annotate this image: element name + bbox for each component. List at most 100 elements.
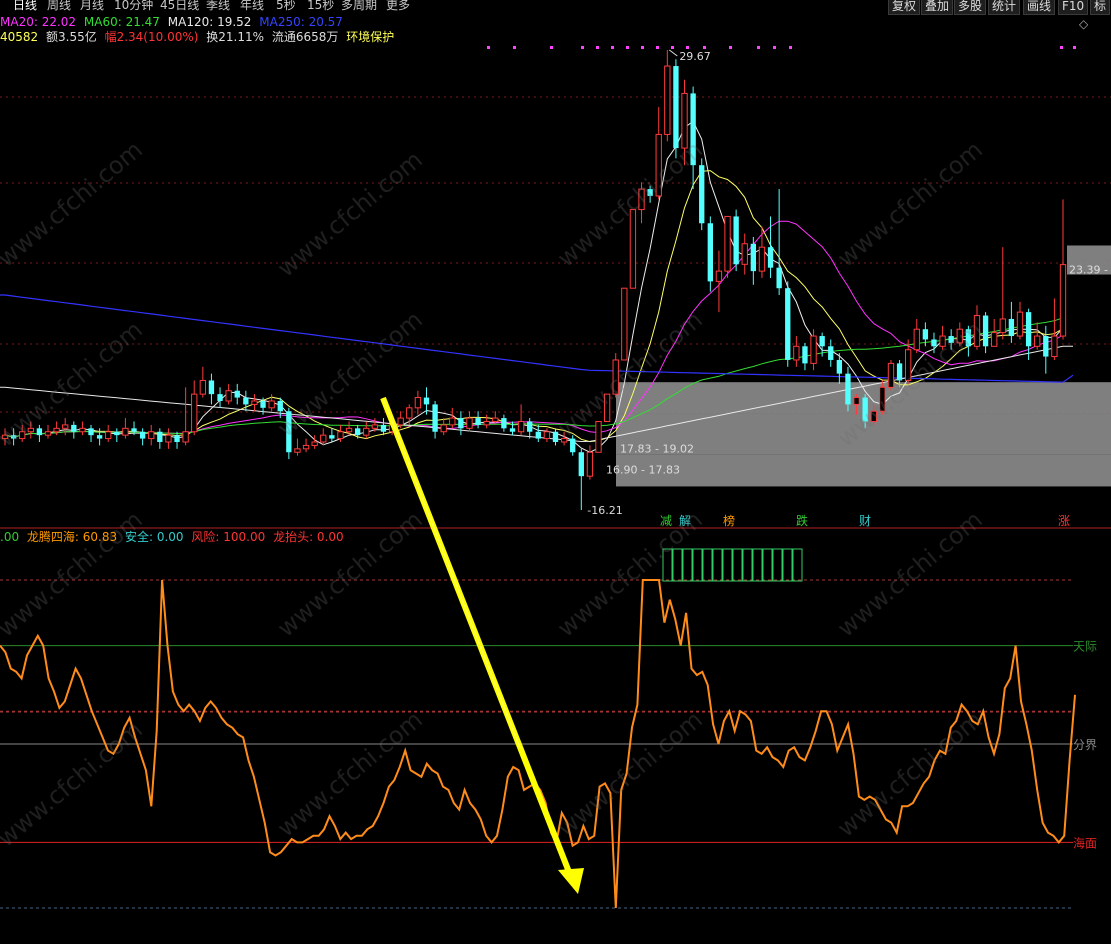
- signal-box: [762, 548, 773, 582]
- period-tab-monthly[interactable]: 月线: [80, 0, 104, 13]
- signal-box: [672, 548, 683, 582]
- candle-body: [758, 246, 766, 272]
- candle-body: [492, 417, 499, 422]
- candle-body: [845, 373, 851, 405]
- candle-body: [27, 427, 34, 433]
- candle-body: [887, 362, 895, 388]
- candle-body: [733, 216, 739, 265]
- period-tab-weekly[interactable]: 周线: [47, 0, 71, 13]
- low-price-label: -16.21: [587, 504, 622, 517]
- candle-body: [182, 431, 189, 443]
- candle-body: [139, 431, 146, 439]
- candle-body: [991, 332, 998, 347]
- candle-body: [260, 400, 266, 408]
- candle-body: [234, 390, 240, 398]
- candle-body: [862, 397, 868, 422]
- signal-dot: [611, 46, 614, 49]
- indicator-prefix: .00: [0, 530, 20, 544]
- signal-box: [692, 548, 703, 582]
- signal-box: [702, 548, 713, 582]
- candle-body: [673, 66, 679, 149]
- f10-button[interactable]: F10: [1058, 0, 1089, 15]
- indicator-reference-label: 分界: [1073, 738, 1097, 752]
- toolbar: 日线 周线 月线 10分钟 45日线 季线 年线 5秒 15秒 多周期 更多 复…: [0, 0, 1111, 15]
- draw-line-button[interactable]: 画线: [1023, 0, 1056, 15]
- period-tab-10min[interactable]: 10分钟: [114, 0, 153, 13]
- candle-body: [406, 407, 413, 419]
- signal-dot: [773, 46, 776, 49]
- signal-dot: [1060, 46, 1063, 49]
- candle-body: [122, 427, 129, 436]
- period-tab-more[interactable]: 更多: [386, 0, 410, 13]
- candle-body: [79, 427, 86, 433]
- signal-box: [662, 548, 673, 582]
- indicator-legend: .00 龙腾四海: 60.83 安全: 0.00 风险: 100.00 龙抬头:…: [0, 529, 348, 545]
- indicator-longteng: 龙腾四海: 60.83: [26, 530, 118, 544]
- candle-body: [578, 452, 584, 477]
- candle-body: [191, 393, 198, 433]
- ma-legend: MA20: 22.02 MA60: 21.47 MA120: 19.52 MA2…: [0, 14, 347, 30]
- signal-box: [752, 548, 763, 582]
- candle-body: [320, 434, 327, 443]
- candle-body: [380, 424, 387, 432]
- candle-body: [793, 345, 800, 361]
- candle-body: [423, 397, 430, 405]
- candle-body: [19, 431, 26, 440]
- candle-body: [268, 400, 275, 409]
- signal-dot: [550, 46, 553, 49]
- ma60-value: MA60: 21.47: [83, 15, 160, 29]
- quote-info-row: 40582 额3.55亿 幅2.34(10.00%) 换21.11% 流通665…: [0, 29, 398, 45]
- multi-stock-button[interactable]: 多股: [954, 0, 987, 15]
- overlay-button[interactable]: 叠加: [921, 0, 954, 15]
- candle-body: [638, 188, 645, 211]
- candle-body: [570, 438, 576, 453]
- candle-body: [114, 431, 120, 436]
- zone-band: [616, 454, 1111, 487]
- signal-dot: [596, 46, 599, 49]
- float-shares-value: 流通6658万: [271, 30, 339, 44]
- volume-value: 40582: [0, 30, 39, 44]
- candle-body: [956, 328, 963, 344]
- period-tab-yearly[interactable]: 年线: [240, 0, 264, 13]
- candle-body: [750, 243, 757, 272]
- period-tab-daily[interactable]: 日线: [13, 0, 37, 13]
- candle-body: [810, 335, 817, 364]
- period-tab-15sec[interactable]: 15秒: [307, 0, 334, 13]
- candle-body: [440, 424, 447, 433]
- candle-body: [828, 346, 834, 360]
- candle-body: [251, 400, 258, 405]
- price-chart-canvas[interactable]: 29.67 23.39 - -16.21 17.83 - 19.02 16.90 - 1…: [0, 0, 1111, 944]
- high-price-pointer: [669, 49, 678, 57]
- signal-box: [792, 548, 803, 582]
- annotation-arrow-head: [558, 868, 584, 894]
- candle-body: [1034, 335, 1041, 347]
- candle-body: [552, 431, 559, 442]
- period-tab-quarterly[interactable]: 季线: [206, 0, 230, 13]
- candle-body: [527, 421, 533, 432]
- candle-body: [836, 359, 843, 374]
- candle-body: [53, 427, 60, 433]
- candle-body: [1008, 318, 1015, 337]
- diamond-icon[interactable]: ◇: [1079, 17, 1088, 31]
- mark-button[interactable]: 标: [1090, 0, 1111, 15]
- candle-body: [905, 349, 912, 381]
- last-price-label: 23.39 -: [1069, 264, 1108, 277]
- candle-body: [741, 243, 748, 265]
- signal-dot: [1073, 46, 1076, 49]
- zone-range-label: 16.90 - 17.83: [606, 463, 680, 476]
- adjust-button[interactable]: 复权: [888, 0, 921, 15]
- signal-dot: [513, 46, 516, 49]
- period-tab-5sec[interactable]: 5秒: [276, 0, 296, 13]
- period-tab-45day[interactable]: 45日线: [160, 0, 199, 13]
- signal-box: [782, 548, 793, 582]
- candle-body: [509, 428, 516, 432]
- statistics-button[interactable]: 统计: [988, 0, 1021, 15]
- candle-body: [896, 363, 903, 381]
- candle-body: [681, 92, 688, 149]
- period-tab-multi[interactable]: 多周期: [341, 0, 377, 13]
- candle-body: [105, 431, 112, 440]
- candle-body: [715, 270, 723, 282]
- candle-body: [71, 424, 77, 432]
- event-marker: 榜: [723, 513, 735, 528]
- candle-body: [973, 315, 981, 347]
